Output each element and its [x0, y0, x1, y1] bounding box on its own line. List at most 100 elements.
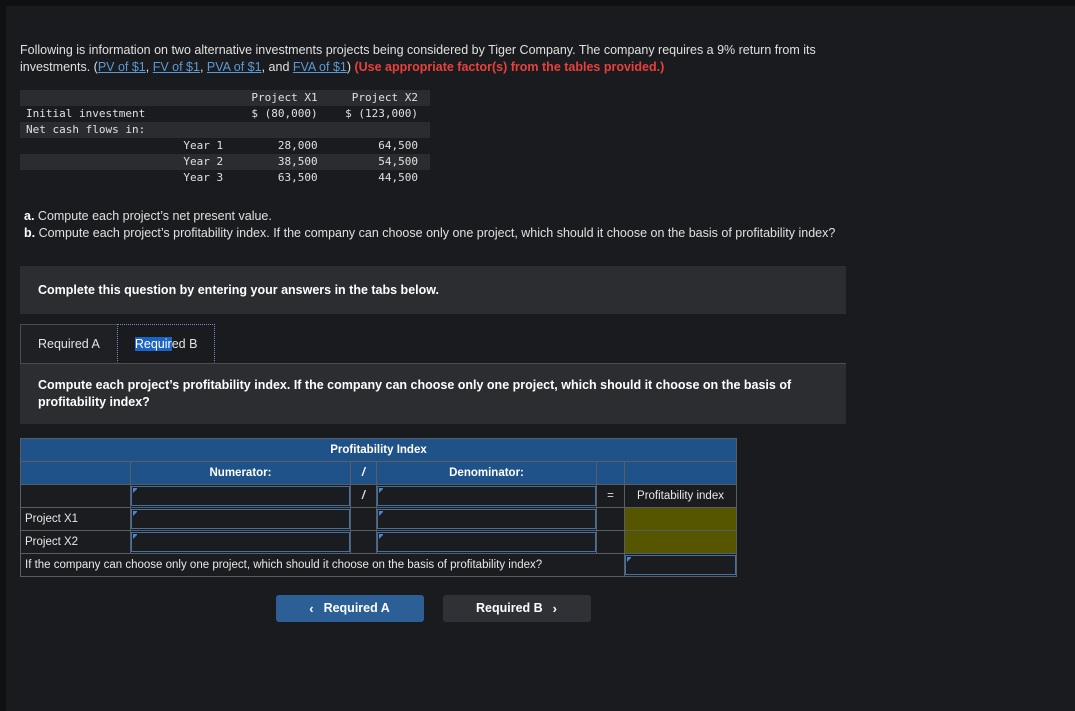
row-year-blank — [160, 106, 233, 122]
col-header-blank — [20, 90, 161, 106]
cell-x1-initial: $ (80,000) — [251, 107, 318, 120]
table-row: Year 2 38,500 54,500 — [20, 154, 430, 170]
question-b-marker: b. — [24, 226, 36, 240]
table-row: Year 1 28,000 64,500 — [20, 138, 430, 154]
pi-formula-denominator-cell — [376, 484, 597, 508]
pi-x1-denominator-input[interactable] — [377, 509, 596, 529]
pi-x2-denominator-cell — [376, 530, 597, 554]
pi-title-row: Profitability Index — [20, 438, 737, 462]
pi-x2-numerator-input[interactable] — [131, 532, 350, 552]
pi-formula-equals: = — [596, 484, 625, 508]
pi-x1-denominator-cell — [376, 507, 597, 531]
row-year-2: Year 2 — [160, 154, 234, 170]
cell-x2-blank — [329, 122, 430, 138]
page-root: Following is information on two alternat… — [0, 0, 1075, 711]
pi-formula-slash: / — [350, 484, 377, 508]
intro-sep-1: , — [145, 60, 153, 74]
intro-paragraph: Following is information on two alternat… — [20, 42, 845, 76]
link-fv-of-1[interactable]: FV of $1 — [153, 60, 200, 74]
cell-x1-year1: 28,000 — [277, 139, 318, 152]
pi-header-numerator: Numerator: — [130, 461, 351, 485]
cell-x1-year2: 38,500 — [233, 154, 330, 170]
pi-formula-result-label: Profitability index — [624, 484, 737, 508]
col-header-spacer — [160, 90, 234, 106]
link-pv-of-1[interactable]: PV of $1 — [98, 60, 146, 74]
question-b: b. Compute each project’s profitability … — [24, 225, 849, 242]
question-b-text: Compute each project’s profitability ind… — [35, 226, 836, 240]
pi-x2-result-cell — [624, 530, 737, 554]
tab-required-a[interactable]: Required A — [20, 324, 118, 363]
col-header-x1: Project X1 — [233, 90, 330, 106]
row-year-3: Year 3 — [183, 171, 224, 184]
row-label-blank-y3 — [20, 170, 160, 186]
cell-x1-year3: 63,500 — [277, 171, 318, 184]
pi-header-row: Numerator: / Denominator: — [20, 461, 737, 485]
pi-formula-label — [20, 484, 131, 508]
investment-data-table: Project X1 Project X2 Initial investment… — [20, 90, 430, 186]
pi-formula-numerator-input[interactable] — [131, 486, 350, 506]
row-label-initial-investment: Initial investment — [26, 107, 146, 120]
question-a: a. Compute each project’s net present va… — [24, 208, 849, 225]
cell-x1-blank — [233, 122, 330, 138]
pi-final-answer-input[interactable] — [625, 555, 736, 575]
row-label-blank-y2 — [20, 154, 161, 170]
pi-header-slash: / — [350, 461, 377, 485]
prev-button-label: Required A — [323, 601, 390, 615]
pi-x1-numerator-input[interactable] — [131, 509, 350, 529]
tab-required-b-selected-text: Requir — [134, 337, 172, 351]
pi-x2-equals-cell — [596, 530, 625, 554]
pi-header-blank-1 — [20, 461, 131, 485]
cell-x2-year2: 54,500 — [329, 154, 430, 170]
link-fva-of-1[interactable]: FVA of $1 — [293, 60, 347, 74]
question-a-text: Compute each project’s net present value… — [34, 209, 272, 223]
cell-x2-initial: $ (123,000) — [345, 107, 418, 120]
pi-final-question-row: If the company can choose only one proje… — [20, 553, 737, 577]
pi-row-project-x1: Project X1 — [20, 507, 737, 531]
pi-header-blank-3 — [624, 461, 737, 485]
instruction-banner: Complete this question by entering your … — [20, 266, 846, 314]
intro-note: (Use appropriate factor(s) from the tabl… — [354, 60, 665, 74]
pi-row-label-x2: Project X2 — [20, 530, 131, 554]
content-area: Following is information on two alternat… — [20, 42, 1060, 622]
pi-x1-numerator-cell — [130, 507, 351, 531]
pi-header-blank-2 — [596, 461, 625, 485]
pi-formula-denominator-input[interactable] — [377, 486, 596, 506]
tab-strip: Required A Required B — [20, 324, 846, 364]
cell-x2-year3: 44,500 — [378, 171, 418, 184]
question-a-marker: a. — [24, 209, 35, 223]
chevron-right-icon: › — [552, 601, 558, 616]
pi-row-label-x1: Project X1 — [20, 507, 131, 531]
tab-required-b-rest-text: ed B — [171, 337, 198, 351]
pi-x1-result-cell — [624, 507, 737, 531]
intro-sep-3: , and — [261, 60, 293, 74]
row-year-blank2 — [160, 122, 234, 138]
pi-header-denominator: Denominator: — [376, 461, 597, 485]
pi-x2-numerator-cell — [130, 530, 351, 554]
table-row: Net cash flows in: — [20, 122, 430, 138]
tab-prompt: Compute each project’s profitability ind… — [20, 364, 846, 424]
intro-sep-2: , — [199, 60, 207, 74]
next-button-label: Required B — [475, 601, 543, 615]
row-label-blank-y1 — [20, 138, 160, 154]
question-list: a. Compute each project’s net present va… — [24, 208, 849, 242]
row-label-net-cash-flows: Net cash flows in: — [20, 122, 161, 138]
chevron-left-icon: ‹ — [309, 601, 314, 616]
pi-final-answer-cell — [624, 553, 737, 577]
table-row: Year 3 63,500 44,500 — [20, 170, 430, 186]
row-year-1: Year 1 — [183, 139, 224, 152]
pi-row-project-x2: Project X2 — [20, 530, 737, 554]
table-row: Initial investment $ (80,000) $ (123,000… — [20, 106, 430, 122]
table-header-row: Project X1 Project X2 — [20, 90, 430, 106]
pi-x2-slash-cell — [350, 530, 377, 554]
link-pva-of-1[interactable]: PVA of $1 — [207, 60, 262, 74]
pi-x1-slash-cell — [350, 507, 377, 531]
pi-final-question-label: If the company can choose only one proje… — [20, 553, 625, 577]
next-required-b-button[interactable]: Required B › — [442, 595, 591, 622]
tab-required-b[interactable]: Required B — [116, 324, 216, 363]
pi-x1-equals-cell — [596, 507, 625, 531]
pi-formula-numerator-cell — [130, 484, 351, 508]
prev-required-a-button[interactable]: ‹ Required A — [275, 595, 424, 622]
cell-x2-year1: 64,500 — [378, 139, 418, 152]
pi-title: Profitability Index — [20, 438, 737, 462]
pi-x2-denominator-input[interactable] — [377, 532, 596, 552]
